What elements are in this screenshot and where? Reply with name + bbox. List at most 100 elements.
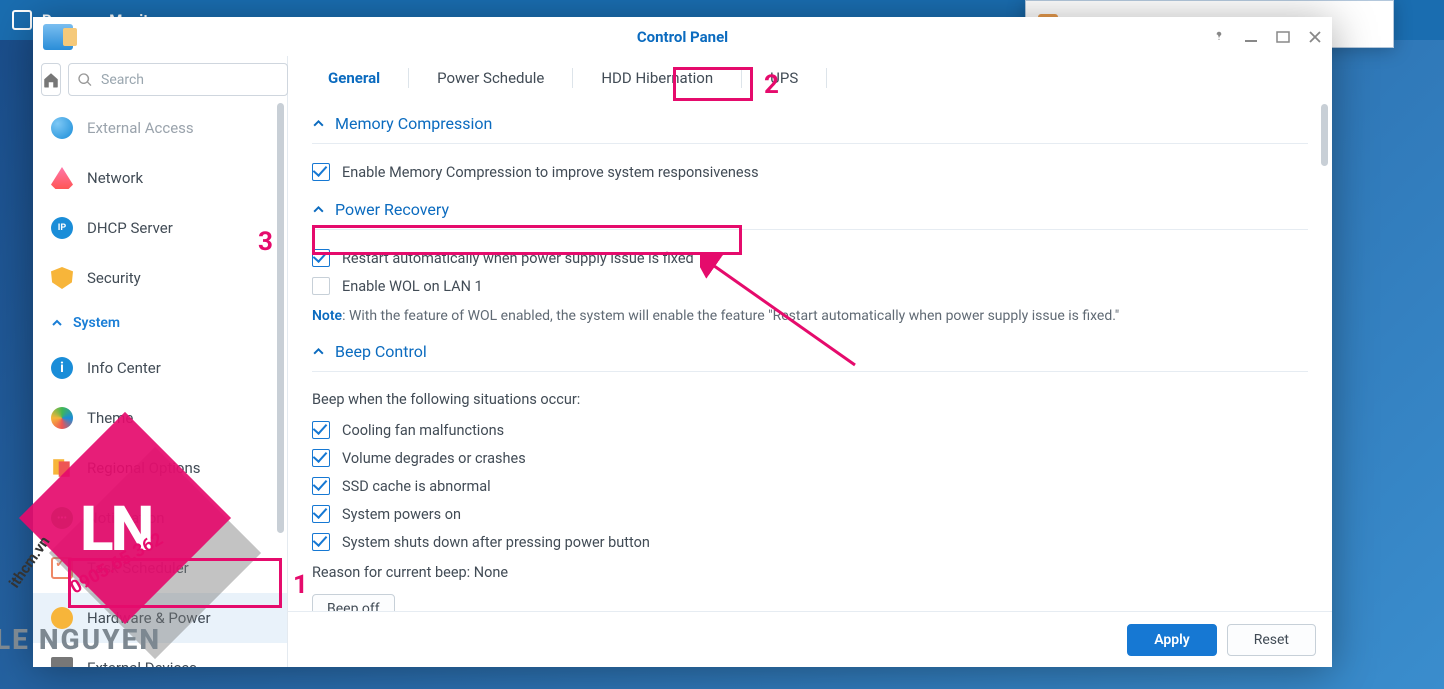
checkbox-row-beep[interactable]: Cooling fan malfunctions: [312, 416, 1308, 444]
sidebar-item-external-access[interactable]: External Access: [33, 103, 287, 153]
sidebar-label: External Devices: [87, 659, 197, 667]
chevron-up-icon: [312, 203, 325, 216]
palette-icon: [51, 407, 73, 429]
info-icon: i: [51, 357, 73, 379]
reset-button[interactable]: Reset: [1227, 624, 1316, 656]
annotation-2: 2: [764, 70, 779, 100]
sidebar-label: Hardware & Power: [87, 609, 211, 627]
sidebar-item-security[interactable]: Security: [33, 253, 287, 303]
tab-hdd-hibernation[interactable]: HDD Hibernation: [579, 61, 735, 95]
sidebar-label: DHCP Server: [87, 219, 173, 237]
sidebar-label: Security: [87, 269, 141, 287]
tab-power-schedule[interactable]: Power Schedule: [415, 61, 566, 95]
footer: Apply Reset: [288, 611, 1332, 667]
sidebar-label: Regional Options: [87, 459, 201, 477]
checkbox-label: Restart automatically when power supply …: [342, 250, 694, 267]
sidebar-item-dhcp[interactable]: IP DHCP Server: [33, 203, 287, 253]
flag-icon: [51, 457, 73, 479]
close-icon[interactable]: [1308, 30, 1322, 44]
dhcp-icon: IP: [51, 217, 73, 239]
checkbox-row-beep[interactable]: SSD cache is abnormal: [312, 472, 1308, 500]
search-field[interactable]: [101, 72, 279, 88]
network-icon: [51, 167, 73, 189]
window-title: Control Panel: [637, 28, 728, 46]
section-power-recovery[interactable]: Power Recovery: [312, 186, 1308, 230]
sidebar-label: Task Scheduler: [87, 559, 189, 577]
sidebar-header-label: System: [73, 315, 120, 331]
checkbox-label: System powers on: [342, 506, 461, 523]
checkbox-label: Enable WOL on LAN 1: [342, 278, 483, 295]
control-panel-icon: [43, 24, 73, 50]
sidebar-label: External Access: [87, 119, 194, 137]
checkbox[interactable]: [312, 421, 330, 439]
sidebar-item-external-devices[interactable]: External Devices: [33, 643, 287, 667]
tabs: General Power Schedule HDD Hibernation U…: [288, 56, 1332, 100]
globe-icon: [51, 117, 73, 139]
checkbox-row-beep[interactable]: System shuts down after pressing power b…: [312, 528, 1308, 556]
chevron-up-icon: [312, 117, 325, 130]
tab-ups[interactable]: UPS: [748, 61, 820, 95]
sidebar-item-hardware-power[interactable]: Hardware & Power: [33, 593, 287, 643]
sidebar-label: Notification: [87, 509, 165, 527]
devices-icon: [51, 657, 73, 667]
sidebar: External Access Network IP DHCP Server Se…: [33, 56, 287, 667]
checkbox[interactable]: [312, 249, 330, 267]
sidebar-item-regional[interactable]: Regional Options: [33, 443, 287, 493]
home-button[interactable]: [41, 63, 61, 96]
section-beep-control[interactable]: Beep Control: [312, 328, 1308, 372]
monitor-icon: [12, 10, 32, 30]
section-memory-compression[interactable]: Memory Compression: [312, 100, 1308, 144]
sidebar-label: Network: [87, 169, 143, 187]
checkbox-row-restart-auto[interactable]: Restart automatically when power supply …: [312, 244, 1308, 272]
checkbox-row-beep[interactable]: Volume degrades or crashes: [312, 444, 1308, 472]
search-icon: [77, 72, 93, 88]
checkbox[interactable]: [312, 505, 330, 523]
chevron-up-icon: [312, 345, 325, 358]
section-title: Beep Control: [335, 342, 427, 361]
task-icon: [51, 557, 73, 579]
content-scrollbar[interactable]: [1321, 104, 1328, 166]
section-title: Power Recovery: [335, 200, 449, 219]
chat-icon: •••: [51, 507, 73, 529]
beep-reason: Reason for current beep: None: [312, 556, 1308, 586]
main-panel: General Power Schedule HDD Hibernation U…: [287, 56, 1332, 667]
checkbox[interactable]: [312, 449, 330, 467]
titlebar[interactable]: Control Panel: [33, 17, 1332, 56]
checkbox-label: System shuts down after pressing power b…: [342, 534, 650, 551]
sidebar-item-theme[interactable]: Theme: [33, 393, 287, 443]
minimize-icon[interactable]: [1244, 30, 1258, 44]
wol-note: Note: With the feature of WOL enabled, t…: [312, 300, 1308, 328]
sidebar-label: Info Center: [87, 359, 161, 377]
shield-icon: [51, 267, 73, 289]
checkbox-row-mem-enable[interactable]: Enable Memory Compression to improve sys…: [312, 158, 1308, 186]
sidebar-header-system[interactable]: System: [33, 303, 287, 343]
sidebar-item-task-scheduler[interactable]: Task Scheduler: [33, 543, 287, 593]
content-area[interactable]: Memory Compression Enable Memory Compres…: [288, 100, 1332, 611]
sidebar-item-notification[interactable]: ••• Notification: [33, 493, 287, 543]
annotation-1: 1: [293, 570, 308, 600]
checkbox[interactable]: [312, 477, 330, 495]
tab-general[interactable]: General: [306, 61, 402, 95]
apply-button[interactable]: Apply: [1127, 624, 1217, 656]
maximize-icon[interactable]: [1276, 30, 1290, 44]
chevron-up-icon: [51, 317, 63, 329]
sidebar-scrollbar[interactable]: [277, 103, 284, 533]
help-icon[interactable]: [1212, 30, 1226, 44]
sidebar-item-network[interactable]: Network: [33, 153, 287, 203]
checkbox[interactable]: [312, 163, 330, 181]
beep-off-button[interactable]: Beep off: [312, 594, 395, 611]
section-title: Memory Compression: [335, 114, 492, 133]
search-input[interactable]: [68, 63, 288, 96]
checkbox-row-beep[interactable]: System powers on: [312, 500, 1308, 528]
sidebar-label: Theme: [87, 409, 133, 427]
checkbox-label: Enable Memory Compression to improve sys…: [342, 164, 759, 181]
checkbox-row-wol[interactable]: Enable WOL on LAN 1: [312, 272, 1308, 300]
checkbox-label: SSD cache is abnormal: [342, 478, 491, 495]
checkbox[interactable]: [312, 277, 330, 295]
bulb-icon: [51, 607, 73, 629]
annotation-3: 3: [258, 227, 273, 257]
checkbox-label: Volume degrades or crashes: [342, 450, 526, 467]
checkbox[interactable]: [312, 533, 330, 551]
checkbox-label: Cooling fan malfunctions: [342, 422, 504, 439]
sidebar-item-info-center[interactable]: i Info Center: [33, 343, 287, 393]
